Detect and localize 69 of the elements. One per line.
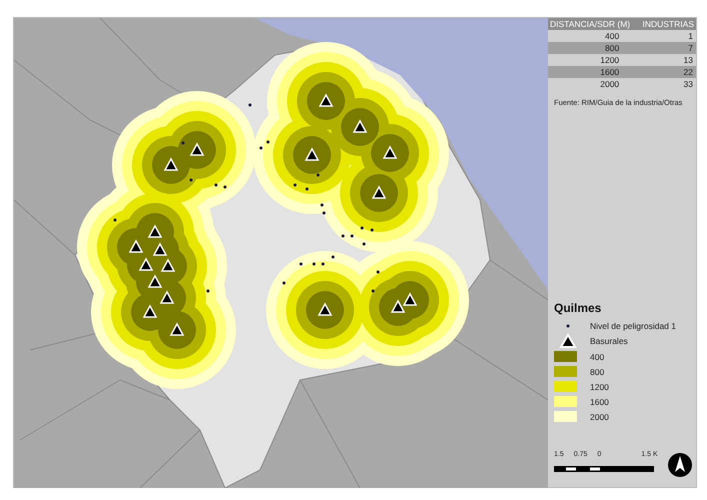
landfill-triangle-icon <box>318 93 334 107</box>
table-cell: 1600 <box>548 66 638 78</box>
legend-label: Nivel de peligrosidad 1 <box>590 321 676 331</box>
table-cell: 13 <box>637 54 696 66</box>
industry-dot <box>260 146 262 150</box>
landfill-triangle-icon <box>382 145 398 159</box>
industry-dot <box>214 184 218 186</box>
table-cell: 400 <box>548 30 638 42</box>
landfill-triangle-icon <box>390 299 406 313</box>
industry-dot <box>190 178 192 182</box>
industry-dot <box>322 262 324 266</box>
landfill-triangle-icon <box>559 333 577 348</box>
table-cell: 1200 <box>548 54 638 66</box>
legend-label: 800 <box>590 366 604 376</box>
landfill-triangle-icon <box>152 242 168 256</box>
legend-label: 1600 <box>590 396 609 406</box>
industry-dot <box>322 212 326 214</box>
column-header: INDUSTRIAS <box>637 18 696 30</box>
table-cell: 22 <box>637 66 696 78</box>
landfill-triangle-icon <box>318 302 332 316</box>
table-cell: 33 <box>637 78 696 90</box>
industry-dot <box>370 228 374 232</box>
industry-dot <box>320 204 324 206</box>
table-cell: 800 <box>548 42 638 54</box>
industry-dot <box>306 188 308 190</box>
landfill-triangle-icon <box>304 147 320 161</box>
industry-dot-icon <box>566 324 570 328</box>
landfill-triangle-icon <box>138 257 154 271</box>
table-cell: 7 <box>637 42 696 54</box>
industry-dot <box>360 226 364 230</box>
industry-dot <box>206 290 210 292</box>
landfill-triangle-icon <box>160 258 176 272</box>
industry-dot <box>248 104 252 106</box>
landfill-triangle-icon <box>352 119 368 133</box>
legend-label: 400 <box>590 352 604 362</box>
legend-title: Quilmes <box>554 301 602 315</box>
landfill-triangle-icon <box>190 142 204 156</box>
industry-dot <box>362 242 366 246</box>
landfill-triangle-icon <box>148 224 162 238</box>
industry-dot <box>372 290 374 292</box>
landfill-triangle-icon <box>128 239 144 253</box>
landfill-triangle-icon <box>142 304 158 318</box>
industry-dot <box>114 218 116 222</box>
legend-label: Basurales <box>590 336 628 346</box>
industry-dot <box>312 262 316 266</box>
landfill-triangle-icon <box>148 274 162 288</box>
landfill-triangle-icon <box>402 292 418 306</box>
landfill-triangle-icon <box>160 290 174 304</box>
industry-dot <box>266 140 270 144</box>
legend-label: 2000 <box>590 412 609 422</box>
landfill-triangle-icon <box>170 322 184 336</box>
legend-label: 1200 <box>590 382 609 392</box>
industry-dot <box>300 262 302 266</box>
industry-dot <box>282 282 286 284</box>
column-header: DISTANCIA/SDR (M) <box>548 18 638 30</box>
landfill-triangle-icon <box>164 157 178 171</box>
industry-dot <box>294 184 296 186</box>
industry-dot <box>342 234 344 238</box>
industry-dot <box>316 174 320 176</box>
industry-dot <box>376 270 380 274</box>
industry-dot <box>350 234 354 238</box>
table-cell: 2000 <box>548 78 638 90</box>
industry-dot <box>332 256 334 258</box>
buffer-zone <box>152 146 190 184</box>
industry-dot <box>182 142 184 144</box>
table-cell: 1 <box>637 30 696 42</box>
industry-dot <box>224 186 226 188</box>
buffer-zone <box>307 82 345 120</box>
landfill-triangle-icon <box>372 185 386 199</box>
